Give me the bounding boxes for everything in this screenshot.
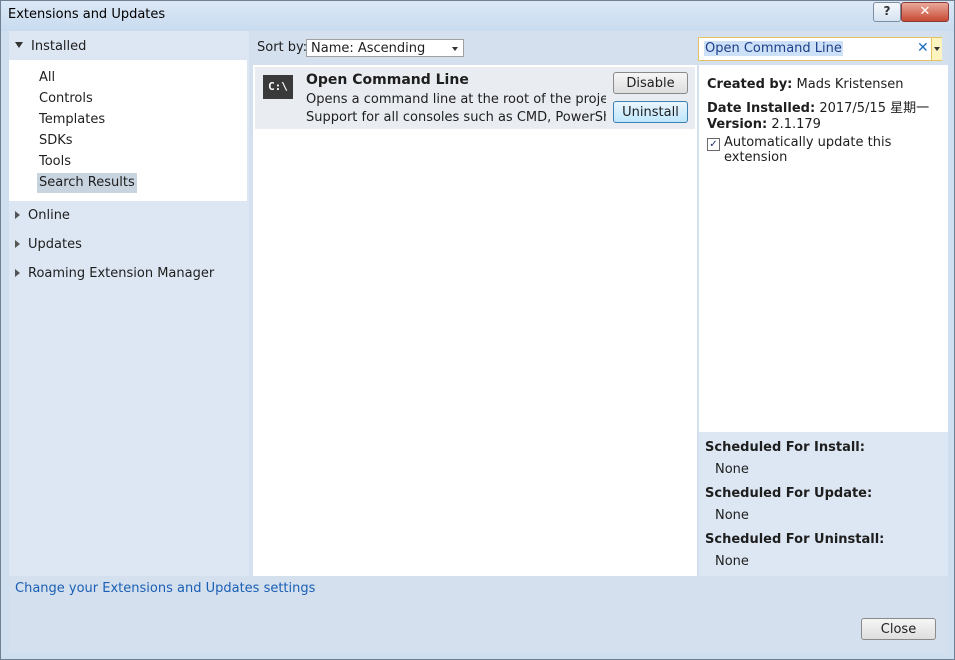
uninstall-button[interactable]: Uninstall [613, 101, 688, 123]
auto-update-label[interactable]: Automatically update this extension [724, 135, 948, 165]
nav-section-label: Roaming Extension Manager [28, 266, 215, 281]
version-value: 2.1.179 [771, 117, 821, 132]
scheduled-update-label: Scheduled For Update: [705, 486, 873, 501]
sort-label: Sort by: [257, 40, 308, 55]
version: Version: 2.1.179 [707, 117, 821, 132]
nav-section-label: Online [28, 208, 70, 223]
dialog-body: Installed All Controls Templates SDKs To… [9, 31, 948, 654]
search-options-button[interactable] [931, 38, 942, 60]
title-bar: Extensions and Updates ? ✕ [1, 1, 954, 31]
window-close-button[interactable]: ✕ [901, 2, 949, 22]
chevron-down-icon [934, 47, 940, 51]
console-icon: C:\ [263, 75, 293, 99]
disable-button[interactable]: Disable [613, 72, 688, 94]
scheduled-uninstall-label: Scheduled For Uninstall: [705, 532, 885, 547]
extensions-dialog: Extensions and Updates ? ✕ Installed All… [0, 0, 955, 660]
nav-item-templates[interactable]: Templates [37, 110, 107, 130]
nav-section-updates[interactable]: Updates [15, 237, 82, 252]
help-button[interactable]: ? [873, 2, 901, 22]
nav-item-sdks[interactable]: SDKs [37, 131, 75, 151]
chevron-down-icon [452, 47, 458, 51]
description-line-2: Support for all consoles such as CMD, Po… [306, 110, 606, 125]
nav-item-all[interactable]: All [37, 68, 57, 88]
date-installed-value: 2017/5/15 星期一 [819, 101, 930, 116]
created-by-value: Mads Kristensen [796, 77, 904, 92]
clear-search-icon[interactable]: ✕ [917, 40, 929, 56]
category-nav: Installed All Controls Templates SDKs To… [9, 31, 249, 576]
scheduled-install-value: None [715, 462, 749, 477]
window-title: Extensions and Updates [8, 7, 166, 22]
collapsed-triangle-icon [15, 210, 20, 219]
close-button[interactable]: Close [861, 618, 936, 640]
nav-item-search-results[interactable]: Search Results [37, 173, 137, 193]
extension-list: C:\ Open Command Line Opens a command li… [253, 65, 697, 576]
scheduled-uninstall-value: None [715, 554, 749, 569]
date-installed-label: Date Installed: [707, 101, 816, 116]
expanded-triangle-icon [15, 41, 23, 48]
installed-subitems: All Controls Templates SDKs Tools Search… [9, 60, 247, 201]
nav-item-controls[interactable]: Controls [37, 89, 95, 109]
scheduled-update-value: None [715, 508, 749, 523]
extension-description: Opens a command line at the root of the … [306, 91, 606, 127]
nav-section-label: Installed [31, 39, 87, 54]
auto-update-checkbox[interactable]: ✓ [707, 138, 720, 151]
nav-section-installed[interactable]: Installed [15, 39, 86, 54]
collapsed-triangle-icon [15, 268, 20, 277]
version-label: Version: [707, 117, 768, 132]
scheduled-actions: Scheduled For Install: None Scheduled Fo… [699, 432, 948, 576]
extension-name: Open Command Line [306, 72, 469, 88]
sort-value: Name: Ascending [311, 41, 426, 56]
dialog-footer: Change your Extensions and Updates setti… [9, 576, 948, 654]
search-input[interactable]: Open Command Line [704, 41, 843, 56]
details-pane: Created by: Mads Kristensen Date Install… [699, 65, 948, 432]
nav-section-label: Updates [28, 237, 82, 252]
settings-link[interactable]: Change your Extensions and Updates setti… [15, 581, 315, 596]
scheduled-install-label: Scheduled For Install: [705, 440, 865, 455]
nav-section-online[interactable]: Online [15, 208, 70, 223]
collapsed-triangle-icon [15, 239, 20, 248]
nav-section-roaming[interactable]: Roaming Extension Manager [15, 266, 214, 281]
created-by: Created by: Mads Kristensen [707, 77, 903, 92]
created-by-label: Created by: [707, 77, 793, 92]
date-installed: Date Installed: 2017/5/15 星期一 [707, 97, 929, 116]
extension-item[interactable]: C:\ Open Command Line Opens a command li… [255, 67, 695, 129]
description-line-1: Opens a command line at the root of the … [306, 92, 606, 107]
sort-dropdown[interactable]: Name: Ascending [306, 39, 464, 57]
search-box[interactable]: Open Command Line ✕ [698, 37, 942, 61]
nav-item-tools[interactable]: Tools [37, 152, 73, 172]
